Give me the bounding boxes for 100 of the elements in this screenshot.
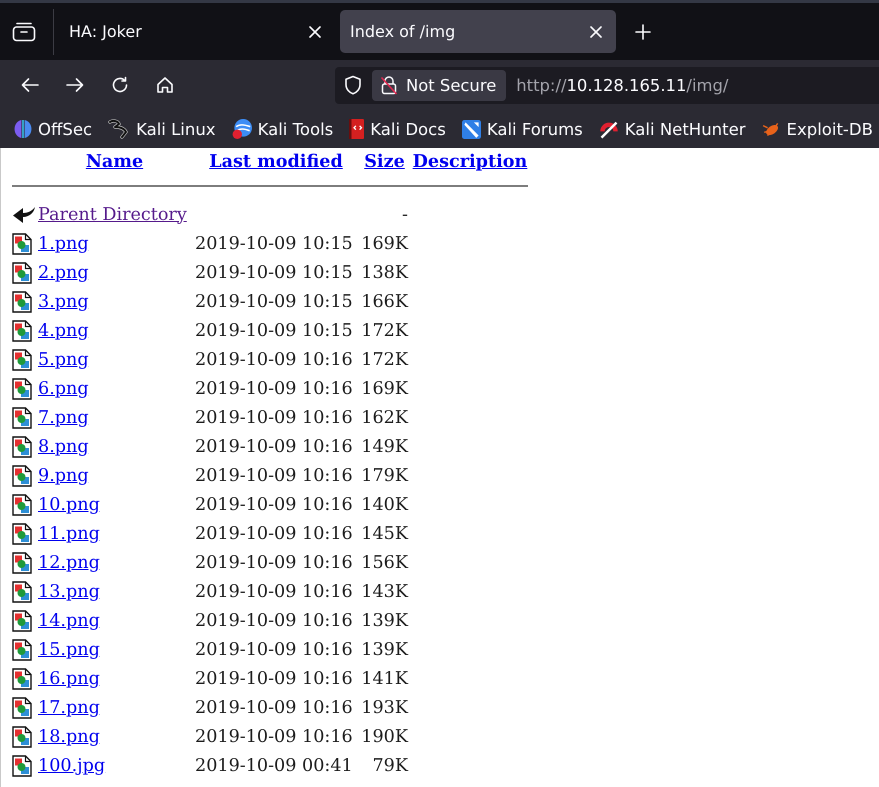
modified-time: 2019-10-09 10:16 — [195, 524, 353, 544]
file-name-link[interactable]: Parent Directory — [38, 204, 187, 224]
bookmark-link[interactable]: Exploit-DB — [756, 120, 879, 138]
shield-icon[interactable] — [344, 75, 362, 95]
unlocked-padlock-icon — [380, 75, 398, 95]
file-size: 172K — [361, 350, 408, 370]
file-name-link[interactable]: 6.png — [38, 378, 89, 398]
image-file-icon — [12, 406, 32, 428]
file-size: 162K — [361, 408, 408, 428]
file-size: 179K — [361, 466, 408, 486]
file-size: 79K — [372, 756, 408, 776]
bookmark-link[interactable]: Kali Forums — [456, 120, 589, 138]
square-tile-icon — [462, 120, 481, 138]
file-name-link[interactable]: 18.png — [38, 726, 100, 746]
column-header-link[interactable]: Name — [86, 150, 144, 172]
file-size: 156K — [361, 552, 408, 572]
file-size: 141K — [361, 668, 408, 688]
forward-arrow-icon[interactable] — [66, 77, 84, 93]
striped-orb-icon — [14, 120, 32, 138]
image-file-icon — [12, 552, 32, 574]
wave-circle-icon — [232, 119, 252, 139]
bookmark-link[interactable]: Kali Tools — [226, 119, 340, 139]
modified-time: 2019-10-09 10:15 — [195, 320, 353, 340]
arc-icon — [598, 120, 619, 138]
file-name-link[interactable]: 12.png — [38, 552, 100, 572]
file-size: 140K — [361, 494, 408, 514]
drawer-icon[interactable] — [12, 22, 36, 42]
modified-time: 2019-10-09 10:15 — [195, 262, 353, 282]
file-name-link[interactable]: 13.png — [38, 582, 100, 602]
file-size: 166K — [361, 292, 408, 312]
column-header-link[interactable]: Description — [412, 150, 528, 172]
reload-icon[interactable] — [111, 76, 129, 94]
image-file-icon — [12, 638, 32, 660]
image-file-icon — [12, 494, 32, 516]
file-name-link[interactable]: 15.png — [38, 640, 100, 660]
modified-time: 2019-10-09 10:16 — [195, 494, 353, 514]
modified-time: 2019-10-09 10:16 — [195, 350, 353, 370]
modified-time: 2019-10-09 10:16 — [195, 436, 353, 456]
close-icon[interactable] — [590, 26, 602, 38]
file-size: 149K — [361, 436, 408, 456]
file-name-link[interactable]: 4.png — [38, 320, 89, 340]
image-file-icon — [12, 696, 32, 718]
file-name-link[interactable]: 100.jpg — [38, 756, 106, 776]
modified-time: 2019-10-09 10:15 — [195, 234, 353, 254]
file-size: 143K — [361, 582, 408, 602]
curved-arrow-icon — [12, 206, 36, 224]
bookmark-link[interactable]: Kali NetHunter — [592, 120, 752, 138]
file-size: - — [402, 204, 408, 224]
image-file-icon — [12, 290, 32, 312]
file-name-link[interactable]: 16.png — [38, 668, 100, 688]
file-name-link[interactable]: 5.png — [38, 350, 89, 370]
browser-tab[interactable]: Index of /img — [340, 10, 616, 53]
modified-time: 2019-10-09 10:16 — [195, 552, 353, 572]
bookmark-link[interactable]: OffSec — [8, 120, 98, 138]
close-icon[interactable] — [309, 26, 321, 38]
image-file-icon — [12, 262, 32, 284]
file-size: 169K — [361, 378, 408, 398]
modified-time: 2019-10-09 10:16 — [195, 466, 353, 486]
file-name-link[interactable]: 2.png — [38, 262, 89, 282]
file-name-link[interactable]: 11.png — [38, 524, 100, 544]
modified-time: 2019-10-09 00:41 — [195, 756, 353, 776]
modified-time: 2019-10-09 10:16 — [195, 668, 353, 688]
modified-time: 2019-10-09 10:16 — [195, 726, 353, 746]
bookmark-link[interactable]: Kali Docs — [343, 119, 452, 139]
file-size: 172K — [361, 320, 408, 340]
image-file-icon — [12, 436, 32, 458]
file-name-link[interactable]: 14.png — [38, 610, 100, 630]
image-file-icon — [12, 348, 32, 370]
browser-tab[interactable]: HA: Joker — [59, 10, 335, 53]
image-file-icon — [12, 378, 32, 400]
file-size: 169K — [361, 234, 408, 254]
modified-time: 2019-10-09 10:16 — [195, 408, 353, 428]
file-name-link[interactable]: 7.png — [38, 408, 89, 428]
file-size: 138K — [361, 262, 408, 282]
bookmark-link[interactable]: Kali Linux — [102, 119, 222, 139]
file-name-link[interactable]: 10.png — [38, 494, 100, 514]
column-header-link[interactable]: Size — [364, 150, 405, 172]
url-text: http://10.128.165.11/img/ — [516, 76, 728, 94]
modified-time: 2019-10-09 10:16 — [195, 378, 353, 398]
modified-time: 2019-10-09 10:16 — [195, 582, 353, 602]
site-security-button[interactable]: Not Secure — [372, 70, 506, 100]
address-field[interactable]: Not Secure http://10.128.165.11/img/ — [335, 66, 879, 104]
file-name-link[interactable]: 1.png — [38, 234, 89, 254]
back-arrow-icon[interactable] — [21, 77, 39, 93]
file-size: 139K — [361, 610, 408, 630]
image-file-icon — [12, 464, 32, 486]
image-file-icon — [12, 726, 32, 748]
modified-time: 2019-10-09 10:16 — [195, 698, 353, 718]
file-name-link[interactable]: 17.png — [38, 698, 100, 718]
plus-icon[interactable] — [635, 24, 651, 40]
file-name-link[interactable]: 8.png — [38, 436, 89, 456]
image-file-icon — [12, 610, 32, 632]
column-header-link[interactable]: Last modified — [209, 150, 343, 172]
home-icon[interactable] — [156, 76, 174, 94]
image-file-icon — [12, 232, 32, 254]
file-name-link[interactable]: 3.png — [38, 292, 89, 312]
book-icon — [349, 119, 364, 139]
file-size: 139K — [361, 640, 408, 660]
file-name-link[interactable]: 9.png — [38, 466, 89, 486]
modified-time: 2019-10-09 10:16 — [195, 610, 353, 630]
